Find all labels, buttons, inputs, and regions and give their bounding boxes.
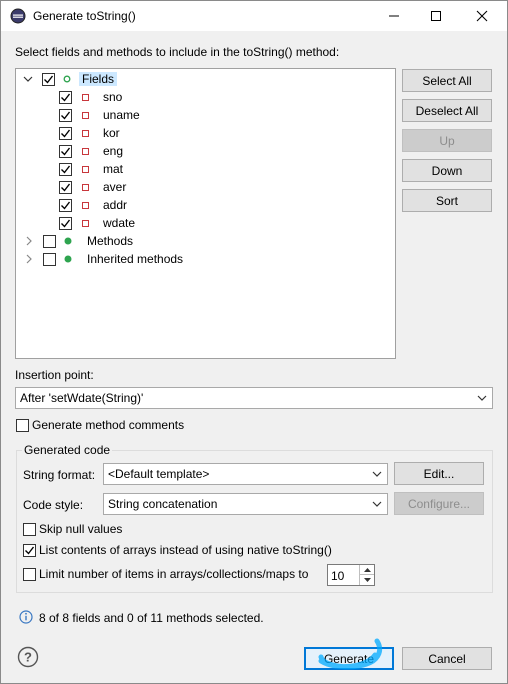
- private-field-icon: [82, 93, 89, 101]
- method-comments-label: Generate method comments: [32, 418, 185, 432]
- fields-checkbox[interactable]: [42, 72, 55, 86]
- field-name: addr: [103, 198, 128, 212]
- field-name: uname: [103, 108, 140, 122]
- edit-template-button[interactable]: Edit...: [394, 462, 484, 485]
- tree-row-inherited-methods[interactable]: Inherited methods: [25, 250, 183, 268]
- field-name: sno: [103, 90, 123, 104]
- inherited-methods-label: Inherited methods: [87, 252, 184, 266]
- select-all-button[interactable]: Select All: [402, 69, 492, 92]
- code-style-select[interactable]: String concatenation: [103, 493, 388, 515]
- code-style-label: Code style:: [23, 498, 84, 512]
- private-field-icon: [82, 129, 89, 137]
- maximize-icon[interactable]: [413, 1, 458, 31]
- methods-checkbox[interactable]: [43, 234, 56, 248]
- generated-code-title: Generated code: [22, 443, 113, 457]
- increment-icon[interactable]: [359, 565, 374, 575]
- string-format-label: String format:: [23, 468, 96, 482]
- deselect-all-button[interactable]: Deselect All: [402, 99, 492, 122]
- tree-row-field[interactable]: sno: [59, 88, 122, 106]
- selection-status: 8 of 8 fields and 0 of 11 methods select…: [39, 611, 264, 625]
- field-name: wdate: [103, 216, 136, 230]
- window-title: Generate toString(): [33, 9, 136, 23]
- tree-row-field[interactable]: addr: [59, 196, 127, 214]
- string-format-select[interactable]: <Default template>: [103, 463, 388, 485]
- generate-tostring-dialog: Generate toString() Select fields and me…: [0, 0, 508, 684]
- decrement-icon[interactable]: [359, 575, 374, 585]
- string-format-value: <Default template>: [108, 467, 210, 481]
- inherited-methods-checkbox[interactable]: [43, 252, 56, 266]
- limit-items-value: 10: [331, 569, 345, 583]
- method-group-icon: [64, 255, 72, 263]
- private-field-icon: [82, 111, 89, 119]
- private-field-icon: [82, 201, 89, 209]
- field-name: aver: [103, 180, 127, 194]
- field-checkbox[interactable]: [59, 162, 72, 176]
- down-button[interactable]: Down: [402, 159, 492, 182]
- instruction-text: Select fields and methods to include in …: [15, 45, 340, 59]
- chevron-down-icon: [372, 471, 382, 477]
- sort-button[interactable]: Sort: [402, 189, 492, 212]
- insertion-point-label: Insertion point:: [15, 368, 94, 382]
- tree-row-field[interactable]: eng: [59, 142, 123, 160]
- tree-row-field[interactable]: kor: [59, 124, 120, 142]
- field-checkbox[interactable]: [59, 198, 72, 212]
- list-arrays-label: List contents of arrays instead of using…: [39, 543, 332, 557]
- field-checkbox[interactable]: [59, 216, 72, 230]
- tree-row-field[interactable]: aver: [59, 178, 126, 196]
- private-field-icon: [82, 165, 89, 173]
- field-checkbox[interactable]: [59, 144, 72, 158]
- info-icon: [19, 610, 33, 624]
- field-checkbox[interactable]: [59, 126, 72, 140]
- private-field-icon: [82, 147, 89, 155]
- private-field-icon: [82, 183, 89, 191]
- limit-items-stepper[interactable]: 10: [327, 564, 375, 586]
- chevron-right-icon[interactable]: [25, 254, 33, 264]
- minimize-icon[interactable]: [371, 1, 416, 31]
- limit-items-option[interactable]: Limit number of items in arrays/collecti…: [23, 565, 308, 583]
- insertion-point-value: After 'setWdate(String)': [20, 391, 144, 405]
- method-comments-checkbox[interactable]: [16, 418, 29, 432]
- method-group-icon: [64, 237, 72, 245]
- generate-button[interactable]: Generate: [304, 647, 394, 670]
- list-arrays-option[interactable]: List contents of arrays instead of using…: [23, 541, 332, 559]
- member-tree[interactable]: Fields sno uname kor eng mat aver addr w…: [15, 68, 396, 359]
- skip-null-checkbox[interactable]: [23, 522, 36, 536]
- fields-label: Fields: [79, 72, 118, 86]
- private-field-icon: [82, 219, 89, 227]
- close-icon[interactable]: [459, 1, 504, 31]
- chevron-down-icon: [477, 395, 487, 401]
- field-name: eng: [103, 144, 124, 158]
- field-checkbox[interactable]: [59, 180, 72, 194]
- help-icon[interactable]: ?: [17, 646, 39, 668]
- chevron-down-icon: [372, 501, 382, 507]
- tree-row-fields[interactable]: Fields: [23, 70, 118, 88]
- limit-items-label: Limit number of items in arrays/collecti…: [39, 567, 309, 581]
- up-button[interactable]: Up: [402, 129, 492, 152]
- methods-label: Methods: [87, 234, 134, 248]
- skip-null-label: Skip null values: [39, 522, 123, 536]
- eclipse-app-icon: [10, 8, 26, 24]
- tree-row-field[interactable]: uname: [59, 106, 140, 124]
- chevron-right-icon[interactable]: [25, 236, 33, 246]
- code-style-value: String concatenation: [108, 497, 218, 511]
- limit-items-checkbox[interactable]: [23, 567, 36, 581]
- insertion-point-select[interactable]: After 'setWdate(String)': [15, 387, 493, 409]
- tree-row-field[interactable]: mat: [59, 160, 123, 178]
- tree-row-field[interactable]: wdate: [59, 214, 135, 232]
- field-checkbox[interactable]: [59, 108, 72, 122]
- field-group-icon: [63, 75, 71, 83]
- title-bar: Generate toString(): [1, 1, 507, 31]
- field-name: mat: [103, 162, 124, 176]
- field-name: kor: [103, 126, 120, 140]
- tree-row-methods[interactable]: Methods: [25, 232, 133, 250]
- chevron-down-icon[interactable]: [23, 74, 33, 84]
- svg-text:?: ?: [24, 650, 32, 665]
- method-comments-option[interactable]: Generate method comments: [16, 416, 184, 434]
- field-checkbox[interactable]: [59, 90, 72, 104]
- configure-button[interactable]: Configure...: [394, 492, 484, 515]
- skip-null-option[interactable]: Skip null values: [23, 520, 122, 538]
- cancel-button[interactable]: Cancel: [402, 647, 492, 670]
- list-arrays-checkbox[interactable]: [23, 543, 36, 557]
